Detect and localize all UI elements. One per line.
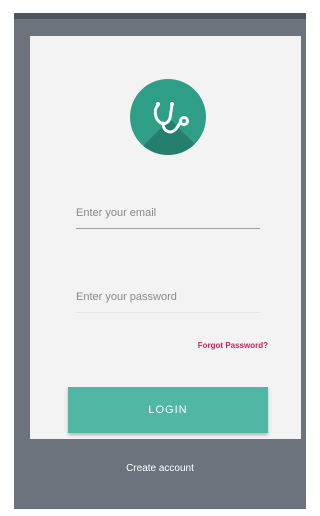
app-logo	[130, 79, 206, 155]
stethoscope-icon	[153, 102, 189, 134]
email-field[interactable]	[76, 198, 260, 229]
forgot-password-link[interactable]: Forgot Password?	[182, 341, 268, 350]
app-screen: Forgot Password? LOGIN Create account	[14, 13, 306, 509]
status-bar	[14, 13, 306, 19]
login-card: Forgot Password? LOGIN	[30, 36, 301, 439]
create-account-link[interactable]: Create account	[14, 463, 306, 474]
password-field[interactable]	[76, 282, 260, 313]
login-button[interactable]: LOGIN	[68, 387, 268, 433]
